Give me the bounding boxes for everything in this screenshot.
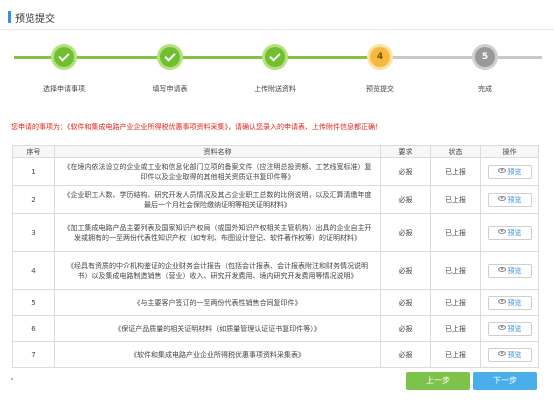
column-header-required: 要求 <box>380 145 431 158</box>
preview-button[interactable]: 预览 <box>487 263 532 278</box>
preview-button-label: 预览 <box>507 324 522 333</box>
header-accent-bar <box>8 11 11 23</box>
row-index: 6 <box>12 315 55 342</box>
step-label: 预览提交 <box>366 85 394 93</box>
check-icon <box>265 47 285 67</box>
document-name: 《加工集成电路产品主要列表及国家知识产权局（或国外知识产权相关主管机构）出具的企… <box>54 213 381 252</box>
row-index: 3 <box>12 213 55 252</box>
row-required: 必报 <box>380 251 431 290</box>
row-status: 已上报 <box>430 251 481 290</box>
row-status: 已上报 <box>430 341 481 368</box>
preview-button-label: 预览 <box>507 167 522 176</box>
row-status: 已上报 <box>430 315 481 342</box>
row-required: 必报 <box>380 213 431 252</box>
document-name: 《保证产品质量的相关证明材料（如质量管理认证证书复印件等）》 <box>54 315 381 342</box>
preview-button[interactable]: 预览 <box>487 295 532 310</box>
row-status: 已上报 <box>430 213 481 252</box>
table-row: 6 《保证产品质量的相关证明材料（如质量管理认证证书复印件等）》 必报 已上报 … <box>12 315 539 342</box>
row-action-cell: 预览 <box>480 289 539 316</box>
confirmation-notice: 您申请的事项为：《软件和集成电路产业企业所得税优惠事项资料采集》，请确认您录入的… <box>11 123 382 131</box>
eye-icon <box>497 351 506 356</box>
preview-button-label: 预览 <box>507 195 522 204</box>
progress-steps: 选择申请事项 填写申请表 上传附送资料 4 预览提交 5 完成 <box>0 40 554 100</box>
column-header-action: 操作 <box>480 145 539 158</box>
row-index: 1 <box>12 157 55 186</box>
row-action-cell: 预览 <box>480 251 539 290</box>
attachments-table: 序号 资料名称 要求 状态 操作 1 《在境内依法设立的企业或工业和信息化部门立… <box>12 145 539 368</box>
document-name: 《与主要客户签订的一至两份代表性销售合同复印件》 <box>54 289 381 316</box>
eye-icon <box>497 196 506 201</box>
document-name: 《软件和集成电路产业企业所得税优惠事项资料采集表》 <box>54 341 381 368</box>
table-row: 2 《企业职工人数、学历结构、研究开发人员情况及其占企业职工总数的比例说明，以及… <box>12 185 539 214</box>
table-row: 1 《在境内依法设立的企业或工业和信息化部门立项的备案文件（应注明总投资额、工艺… <box>12 157 539 186</box>
document-name: 《经具有资质的中介机构鉴证的企业财务会计报告（包括会计报表、会计报表附注和财务情… <box>54 251 381 290</box>
row-action-cell: 预览 <box>480 185 539 214</box>
document-name: 《在境内依法设立的企业或工业和信息化部门立项的备案文件（应注明总投资额、工艺线宽… <box>54 157 381 186</box>
table-row: 7 《软件和集成电路产业企业所得税优惠事项资料采集表》 必报 已上报 预览 <box>12 341 539 368</box>
preview-button[interactable]: 预览 <box>487 192 532 207</box>
table-row: 3 《加工集成电路产品主要列表及国家知识产权局（或国外知识产权相关主管机构）出具… <box>12 213 539 252</box>
preview-button[interactable]: 预览 <box>487 347 532 362</box>
eye-icon <box>497 229 506 234</box>
row-status: 已上报 <box>430 289 481 316</box>
preview-button[interactable]: 预览 <box>487 164 532 179</box>
row-action-cell: 预览 <box>480 315 539 342</box>
row-index: 2 <box>12 185 55 214</box>
step-label: 填写申请表 <box>152 85 188 93</box>
table-header-row: 序号 资料名称 要求 状态 操作 <box>12 145 539 158</box>
column-header-status: 状态 <box>430 145 481 158</box>
step-label: 选择申请事项 <box>43 85 85 93</box>
footer-dot <box>11 378 13 380</box>
document-name: 《企业职工人数、学历结构、研究开发人员情况及其占企业职工总数的比例说明，以及汇算… <box>54 185 381 214</box>
row-index: 5 <box>12 289 55 316</box>
row-required: 必报 <box>380 341 431 368</box>
row-status: 已上报 <box>430 157 481 186</box>
row-action-cell: 预览 <box>480 213 539 252</box>
preview-button[interactable]: 预览 <box>487 225 532 240</box>
row-action-cell: 预览 <box>480 341 539 368</box>
preview-button-label: 预览 <box>507 266 522 275</box>
preview-button[interactable]: 预览 <box>487 321 532 336</box>
row-required: 必报 <box>380 157 431 186</box>
table-row: 5 《与主要客户签订的一至两份代表性销售合同复印件》 必报 已上报 预览 <box>12 289 539 316</box>
previous-step-button[interactable]: 上一步 <box>406 372 470 390</box>
row-required: 必报 <box>380 289 431 316</box>
page-header: 预览提交 <box>0 0 554 30</box>
row-required: 必报 <box>380 315 431 342</box>
row-required: 必报 <box>380 185 431 214</box>
eye-icon <box>497 267 506 272</box>
step-number-badge: 4 <box>370 47 390 67</box>
check-icon <box>54 47 74 67</box>
row-index: 4 <box>12 251 55 290</box>
next-step-button[interactable]: 下一步 <box>473 372 537 390</box>
step-label: 上传附送资料 <box>254 85 296 93</box>
eye-icon <box>497 299 506 304</box>
column-header-name: 资料名称 <box>54 145 381 158</box>
step-number-badge: 5 <box>475 47 495 67</box>
row-index: 7 <box>12 341 55 368</box>
eye-icon <box>497 168 506 173</box>
step-label: 完成 <box>478 85 492 93</box>
eye-icon <box>497 325 506 330</box>
table-row: 4 《经具有资质的中介机构鉴证的企业财务会计报告（包括会计报表、会计报表附注和财… <box>12 251 539 290</box>
column-header-index: 序号 <box>12 145 55 158</box>
check-icon <box>160 47 180 67</box>
preview-button-label: 预览 <box>507 298 522 307</box>
preview-button-label: 预览 <box>507 228 522 237</box>
page-title: 预览提交 <box>15 14 55 25</box>
row-action-cell: 预览 <box>480 157 539 186</box>
row-status: 已上报 <box>430 185 481 214</box>
preview-button-label: 预览 <box>507 350 522 359</box>
